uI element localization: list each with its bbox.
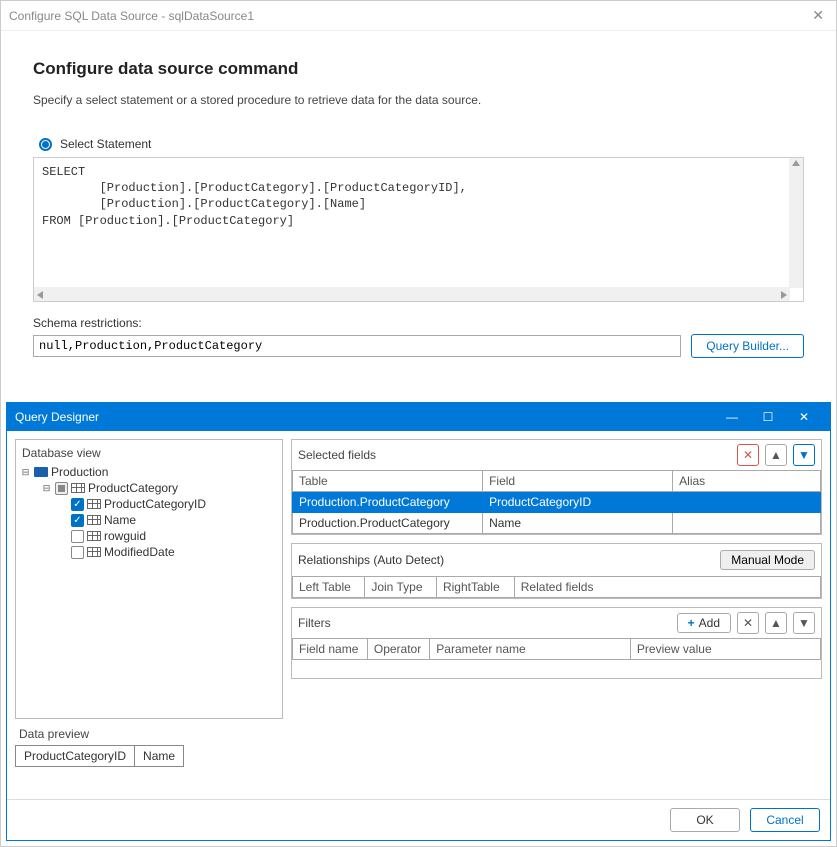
outer-titlebar: Configure SQL Data Source - sqlDataSourc… [1, 1, 836, 31]
tree-label: ProductCategoryID [104, 497, 206, 511]
col-field-name[interactable]: Field name [293, 639, 368, 660]
tree-node-column[interactable]: ✓ Name [20, 512, 278, 528]
col-right-table[interactable]: RightTable [436, 577, 514, 598]
filters-label: Filters [298, 616, 671, 630]
radio-label: Select Statement [60, 137, 151, 151]
query-designer-window: Query Designer — ☐ ✕ Database view ⊟ Pro… [6, 402, 831, 841]
remove-filter-button[interactable]: ✕ [737, 612, 759, 634]
tree-node-column[interactable]: ✓ ProductCategoryID [20, 496, 278, 512]
tree-node-column[interactable]: rowguid [20, 528, 278, 544]
preview-column[interactable]: ProductCategoryID [16, 746, 135, 767]
vertical-scrollbar[interactable] [789, 158, 803, 288]
table-row[interactable]: Production.ProductCategoryProductCategor… [293, 492, 821, 513]
col-field[interactable]: Field [483, 471, 673, 492]
database-view-panel: Database view ⊟ Production ⊟ ProductCate… [15, 439, 283, 719]
preview-column[interactable]: Name [135, 746, 184, 767]
tree-label: ProductCategory [88, 481, 178, 495]
col-related-fields[interactable]: Related fields [514, 577, 820, 598]
outer-window-title: Configure SQL Data Source - sqlDataSourc… [9, 9, 808, 23]
filters-panel: Filters +Add ✕ ▲ ▼ Field name Operator P… [291, 607, 822, 679]
move-up-button[interactable]: ▲ [765, 612, 787, 634]
tree-label: Name [104, 513, 136, 527]
checkbox[interactable]: ✓ [71, 498, 84, 511]
column-icon [87, 515, 101, 525]
data-preview-label: Data preview [15, 725, 822, 745]
expander-icon[interactable]: ⊟ [41, 483, 52, 494]
tree-node-table[interactable]: ⊟ ProductCategory [20, 480, 278, 496]
tree-label: ModifiedDate [104, 545, 175, 559]
ok-button[interactable]: OK [670, 808, 740, 832]
move-down-button[interactable]: ▼ [793, 612, 815, 634]
selected-fields-panel: Selected fields ✕ ▲ ▼ Table Field Alias … [291, 439, 822, 535]
cell-alias[interactable] [673, 492, 821, 513]
col-left-table[interactable]: Left Table [293, 577, 365, 598]
schema-label: Schema restrictions: [33, 316, 804, 330]
col-join-type[interactable]: Join Type [365, 577, 437, 598]
tree-node-column[interactable]: ModifiedDate [20, 544, 278, 560]
maximize-icon[interactable]: ☐ [750, 410, 786, 424]
col-operator[interactable]: Operator [367, 639, 429, 660]
cancel-button[interactable]: Cancel [750, 808, 820, 832]
move-up-button[interactable]: ▲ [765, 444, 787, 466]
table-icon [71, 483, 85, 493]
filters-grid[interactable]: Field name Operator Parameter name Previ… [292, 638, 821, 660]
data-preview-panel: Data preview ProductCategoryIDName [15, 725, 822, 767]
column-icon [87, 547, 101, 557]
config-heading: Configure data source command [33, 59, 804, 79]
remove-field-button[interactable]: ✕ [737, 444, 759, 466]
cell-alias[interactable] [673, 513, 821, 534]
select-statement-radio[interactable]: Select Statement [39, 137, 804, 151]
checkbox-mixed[interactable] [55, 482, 68, 495]
database-view-label: Database view [20, 444, 278, 464]
cell-table[interactable]: Production.ProductCategory [293, 513, 483, 534]
tree-label: rowguid [104, 529, 146, 543]
manual-mode-button[interactable]: Manual Mode [720, 550, 815, 570]
selected-fields-label: Selected fields [298, 448, 731, 462]
column-icon [87, 499, 101, 509]
cell-table[interactable]: Production.ProductCategory [293, 492, 483, 513]
schema-tree: ⊟ Production ⊟ ProductCategory ✓ ProductC… [20, 464, 278, 560]
dialog-footer: OK Cancel [7, 799, 830, 840]
table-row[interactable]: Production.ProductCategoryName [293, 513, 821, 534]
column-icon [87, 531, 101, 541]
qd-title: Query Designer [15, 410, 714, 424]
sql-textarea-wrap: SELECT [Production].[ProductCategory].[P… [33, 157, 804, 302]
database-icon [34, 467, 48, 477]
relationships-panel: Relationships (Auto Detect) Manual Mode … [291, 543, 822, 599]
expander-icon[interactable]: ⊟ [20, 467, 31, 478]
move-down-button[interactable]: ▼ [793, 444, 815, 466]
cell-field[interactable]: ProductCategoryID [483, 492, 673, 513]
minimize-icon[interactable]: — [714, 410, 750, 424]
col-alias[interactable]: Alias [673, 471, 821, 492]
add-filter-button[interactable]: +Add [677, 613, 731, 633]
config-subtitle: Specify a select statement or a stored p… [33, 93, 804, 107]
col-preview-value[interactable]: Preview value [630, 639, 820, 660]
checkbox[interactable]: ✓ [71, 514, 84, 527]
relationships-grid[interactable]: Left Table Join Type RightTable Related … [292, 576, 821, 598]
sql-textarea[interactable]: SELECT [Production].[ProductCategory].[P… [33, 157, 804, 302]
checkbox[interactable] [71, 546, 84, 559]
close-icon[interactable]: ✕ [808, 3, 828, 28]
qd-titlebar[interactable]: Query Designer — ☐ ✕ [7, 403, 830, 431]
checkbox[interactable] [71, 530, 84, 543]
radio-icon [39, 138, 52, 151]
config-panel: Configure data source command Specify a … [1, 31, 836, 370]
query-builder-button[interactable]: Query Builder... [691, 334, 804, 358]
selected-fields-grid[interactable]: Table Field Alias Production.ProductCate… [292, 470, 821, 534]
close-icon[interactable]: ✕ [786, 410, 822, 424]
schema-input[interactable] [33, 335, 681, 357]
tree-label: Production [51, 465, 108, 479]
col-table[interactable]: Table [293, 471, 483, 492]
data-preview-grid[interactable]: ProductCategoryIDName [15, 745, 184, 767]
col-parameter-name[interactable]: Parameter name [430, 639, 631, 660]
relationships-label: Relationships (Auto Detect) [298, 553, 712, 567]
horizontal-scrollbar[interactable] [34, 287, 790, 301]
tree-node-schema[interactable]: ⊟ Production [20, 464, 278, 480]
cell-field[interactable]: Name [483, 513, 673, 534]
